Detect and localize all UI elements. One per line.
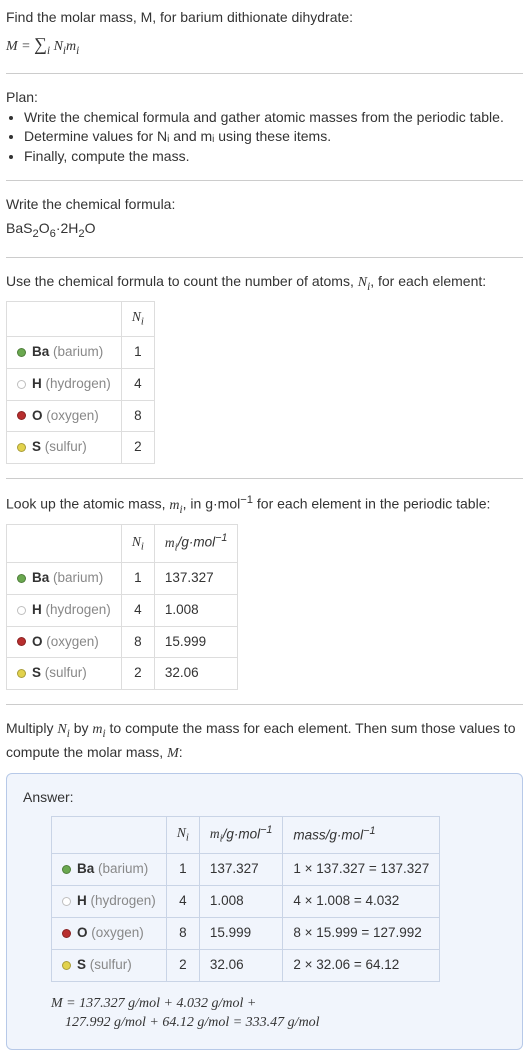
table-row: H (hydrogen)41.008 [7, 594, 238, 626]
col-element [7, 525, 122, 562]
dot-icon [62, 929, 71, 938]
mass-header: Look up the atomic mass, mi, in g·mol−1 … [6, 493, 523, 518]
dot-icon [17, 380, 26, 389]
dot-icon [17, 669, 26, 678]
plan-block: Plan: Write the chemical formula and gat… [6, 88, 523, 166]
table-row: H (hydrogen)4 [7, 368, 155, 400]
intro-block: Find the molar mass, M, for barium dithi… [6, 8, 523, 59]
count-block: Use the chemical formula to count the nu… [6, 272, 523, 465]
chem-formula-text: BaS2O6·2H2O [6, 219, 523, 242]
answer-box: Answer: Ni mi/g·mol−1 mass/g·mol−1 Ba (b… [6, 773, 523, 1050]
col-ni: Ni [121, 301, 154, 336]
plan-item: Write the chemical formula and gather at… [24, 108, 523, 128]
dot-icon [62, 897, 71, 906]
dot-icon [17, 348, 26, 357]
final-equation: M = 137.327 g/mol + 4.032 g/mol + 127.99… [51, 994, 506, 1033]
col-element [52, 816, 167, 853]
divider [6, 73, 523, 74]
answer-header: Answer: [23, 788, 506, 808]
dot-icon [17, 443, 26, 452]
intro-text: Find the molar mass, M, for barium dithi… [6, 8, 523, 28]
count-header: Use the chemical formula to count the nu… [6, 272, 523, 295]
dot-icon [62, 865, 71, 874]
dot-icon [17, 574, 26, 583]
col-ni: Ni [166, 816, 199, 853]
divider [6, 704, 523, 705]
table-row: S (sulfur)232.06 [7, 658, 238, 690]
dot-icon [17, 637, 26, 646]
chem-formula-block: Write the chemical formula: BaS2O6·2H2O [6, 195, 523, 242]
mass-table: Ni mi/g·mol−1 Ba (barium)1137.327 H (hyd… [6, 524, 238, 690]
plan-item: Finally, compute the mass. [24, 147, 523, 167]
chem-formula-header: Write the chemical formula: [6, 195, 523, 215]
table-row: Ba (barium)1137.327 [7, 562, 238, 594]
col-element [7, 301, 122, 336]
table-row: Ba (barium)1137.3271 × 137.327 = 137.327 [52, 854, 440, 886]
table-row: S (sulfur)232.062 × 32.06 = 64.12 [52, 949, 440, 981]
table-row: O (oxygen)815.999 [7, 626, 238, 658]
col-mass: mass/g·mol−1 [283, 816, 440, 853]
plan-header: Plan: [6, 88, 523, 108]
table-row: H (hydrogen)41.0084 × 1.008 = 4.032 [52, 886, 440, 918]
dot-icon [17, 606, 26, 615]
mult-header: Multiply Ni by mi to compute the mass fo… [6, 719, 523, 763]
intro-formula: M = ∑i Nimi [6, 32, 523, 59]
table-row: S (sulfur)2 [7, 432, 155, 464]
divider [6, 478, 523, 479]
divider [6, 257, 523, 258]
dot-icon [17, 411, 26, 420]
col-mi: mi/g·mol−1 [154, 525, 238, 562]
col-ni: Ni [121, 525, 154, 562]
mass-block: Look up the atomic mass, mi, in g·mol−1 … [6, 493, 523, 690]
col-mi: mi/g·mol−1 [199, 816, 283, 853]
dot-icon [62, 961, 71, 970]
count-table: Ni Ba (barium)1 H (hydrogen)4 O (oxygen)… [6, 301, 155, 464]
table-row: Ba (barium)1 [7, 336, 155, 368]
answer-table: Ni mi/g·mol−1 mass/g·mol−1 Ba (barium)11… [51, 816, 440, 982]
table-row: O (oxygen)815.9998 × 15.999 = 127.992 [52, 918, 440, 950]
plan-item: Determine values for Nᵢ and mᵢ using the… [24, 127, 523, 147]
table-row: O (oxygen)8 [7, 400, 155, 432]
divider [6, 180, 523, 181]
